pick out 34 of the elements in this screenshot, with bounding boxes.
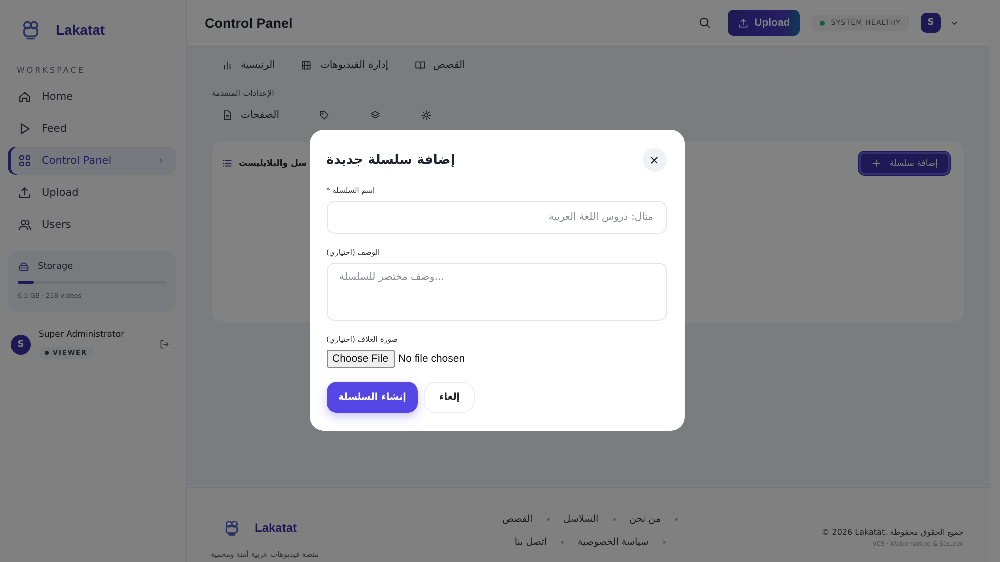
sidebar-item[interactable]: Users — [8, 211, 176, 239]
input-field[interactable]: مثال: دروس اللغة العربية — [326, 201, 666, 234]
add-button[interactable]: إضافة سلسلة — [858, 152, 950, 175]
tab[interactable]: القصص — [414, 60, 466, 70]
sidebar-item[interactable]: Upload — [8, 179, 176, 207]
section-label: WORKSPACE — [17, 66, 86, 75]
card-title: سل والبلايليست — [239, 158, 307, 168]
footer-link[interactable]: اتصل بنا — [514, 537, 548, 548]
section-heading: الإعدادات المتقدمة — [212, 89, 276, 98]
text-area[interactable]: ...وصف مختصر للسلسلة — [326, 263, 666, 321]
footer-link[interactable]: من نحن — [630, 514, 661, 525]
page-title: Control Panel — [205, 16, 293, 30]
tab[interactable]: الصفحات — [222, 110, 280, 120]
sidebar-item[interactable]: Control Panel — [8, 147, 176, 175]
footer-link[interactable]: القصص — [502, 514, 533, 525]
create-button[interactable]: إنشاء السلسلة — [326, 382, 418, 413]
copyright: © 2026 Lakatat. جميع الحقوق محفوظة — [822, 528, 964, 537]
user-avatar[interactable]: S — [921, 13, 941, 33]
brand-name: Lakatat — [255, 521, 298, 535]
sidebar-item[interactable]: Feed — [8, 115, 176, 143]
footer-link[interactable]: السلاسل — [564, 514, 599, 525]
brand-name: Lakatat — [56, 22, 106, 38]
tab[interactable]: إدارة الفيديوهات — [301, 60, 389, 70]
sidebar-item[interactable]: Home — [8, 83, 176, 111]
cancel-button[interactable]: إلغاء — [424, 382, 476, 413]
user-name: Super Administrator — [39, 330, 125, 340]
tab[interactable]: الرئيسية — [222, 60, 276, 70]
storage-title: Storage — [38, 262, 74, 272]
upload-button[interactable]: Upload — [728, 10, 800, 36]
user-avatar: S — [11, 334, 31, 354]
choose-file-button[interactable]: Choose File — [326, 350, 395, 368]
footer-link[interactable]: سياسة الخصوصية — [578, 537, 649, 548]
file-status: No file chosen — [398, 353, 466, 365]
dialog-title: إضافة سلسلة جديدة — [326, 152, 456, 168]
